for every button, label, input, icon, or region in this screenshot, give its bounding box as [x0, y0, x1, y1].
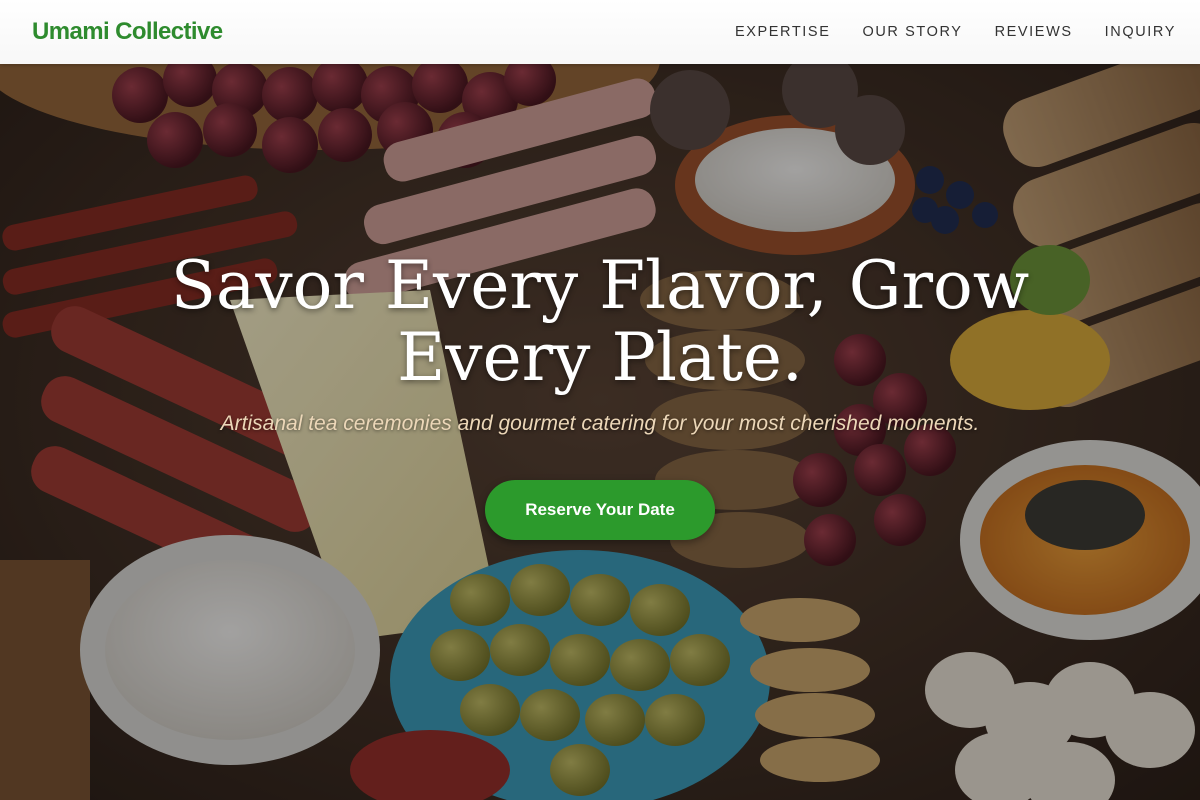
site-header: Umami Collective EXPERTISE OUR STORY REV…: [0, 0, 1200, 64]
nav-item-reviews[interactable]: REVIEWS: [995, 24, 1073, 40]
main-nav: EXPERTISE OUR STORY REVIEWS INQUIRY: [703, 0, 1176, 64]
nav-item-expertise[interactable]: EXPERTISE: [735, 24, 831, 40]
hero-subtitle: Artisanal tea ceremonies and gourmet cat…: [220, 412, 980, 435]
brand-logo[interactable]: Umami Collective: [32, 18, 223, 46]
hero-title: Savor Every Flavor, Grow Every Plate.: [170, 247, 1030, 396]
nav-item-our-story[interactable]: OUR STORY: [862, 24, 962, 40]
hero-section: Savor Every Flavor, Grow Every Plate. Ar…: [0, 250, 1200, 540]
reserve-date-button[interactable]: Reserve Your Date: [485, 480, 715, 540]
landing-page: Umami Collective EXPERTISE OUR STORY REV…: [0, 0, 1200, 800]
nav-item-inquiry[interactable]: INQUIRY: [1105, 24, 1176, 40]
